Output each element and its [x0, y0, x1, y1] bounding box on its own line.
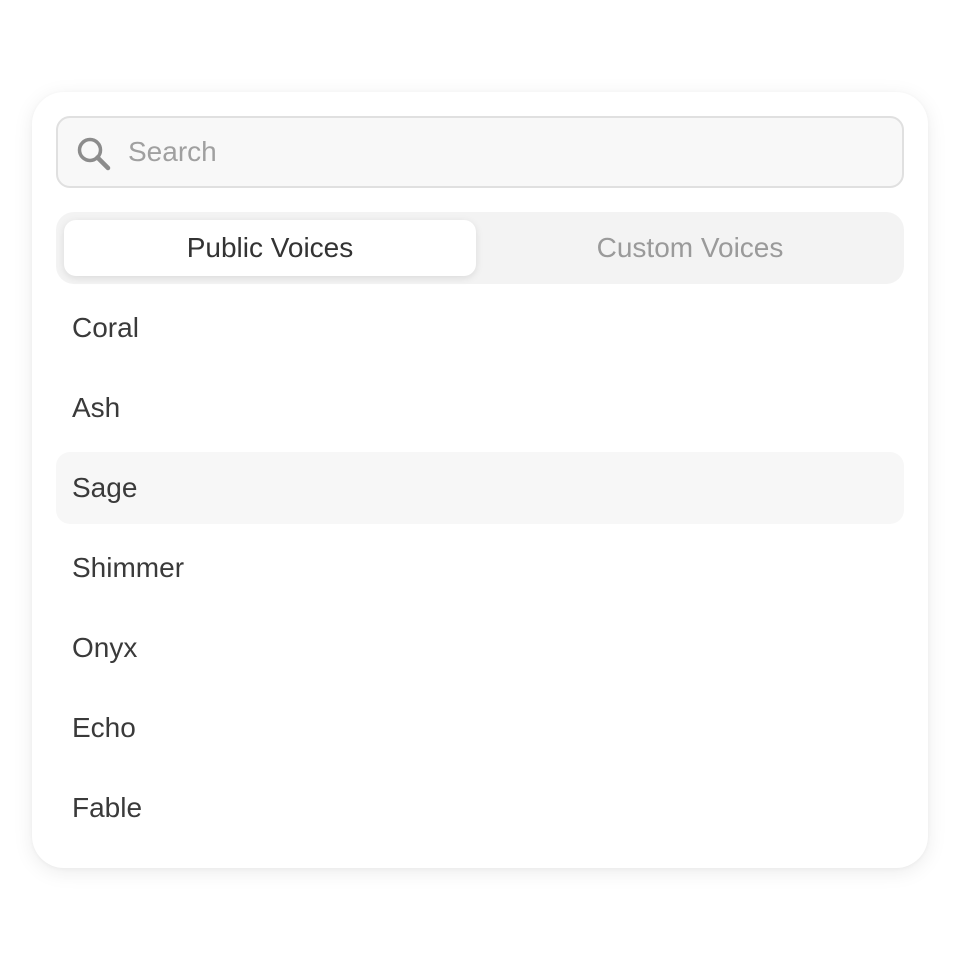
voice-item-echo[interactable]: Echo [56, 692, 904, 764]
voice-label: Fable [72, 792, 143, 823]
search-box[interactable] [56, 116, 904, 188]
voice-list: Coral Ash Sage Shimmer Onyx Echo Fable [56, 292, 904, 852]
tab-label: Custom Voices [596, 232, 784, 263]
voice-item-ash[interactable]: Ash [56, 372, 904, 444]
voice-label: Echo [72, 712, 136, 743]
voice-item-sage[interactable]: Sage [56, 452, 904, 524]
voice-item-coral[interactable]: Coral [56, 292, 904, 364]
voice-label: Ash [72, 392, 121, 423]
voice-item-fable[interactable]: Fable [56, 772, 904, 844]
tab-label: Public Voices [186, 232, 354, 263]
voice-item-onyx[interactable]: Onyx [56, 612, 904, 684]
voice-picker-panel: Public Voices Custom Voices Coral Ash Sa… [32, 92, 928, 868]
voice-label: Onyx [72, 632, 138, 663]
voice-label: Sage [72, 472, 138, 503]
search-icon [74, 134, 114, 174]
voice-label: Shimmer [72, 552, 185, 583]
tab-custom-voices[interactable]: Custom Voices [484, 220, 896, 276]
voice-type-tabs: Public Voices Custom Voices [56, 212, 904, 284]
search-input[interactable] [128, 118, 888, 186]
voice-label: Coral [72, 312, 139, 343]
voice-item-shimmer[interactable]: Shimmer [56, 532, 904, 604]
tab-public-voices[interactable]: Public Voices [64, 220, 476, 276]
